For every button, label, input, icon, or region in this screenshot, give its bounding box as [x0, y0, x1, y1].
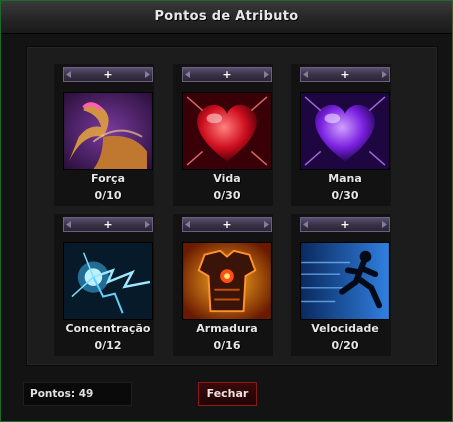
plus-icon: +	[222, 68, 232, 81]
plus-icon: +	[340, 218, 350, 231]
attribute-name: Mana	[328, 172, 362, 185]
add-concentracao-button[interactable]: +	[63, 217, 153, 232]
plus-icon: +	[340, 68, 350, 81]
add-velocidade-button[interactable]: +	[300, 217, 390, 232]
attribute-name: Velocidade	[311, 322, 379, 335]
attribute-card-armadura: + Armadura 0/16	[173, 214, 273, 356]
fiery-armor-icon	[182, 242, 272, 320]
attribute-card-velocidade: + Velocidade 0/20	[291, 214, 391, 356]
attribute-value: 0/16	[213, 339, 241, 352]
attributes-panel: + Força 0/10 + Vida 0/30 + Mana 0/30 + C…	[26, 46, 438, 366]
window-title: Pontos de Atributo	[154, 9, 299, 24]
attribute-value: 0/20	[331, 339, 359, 352]
add-vida-button[interactable]: +	[182, 67, 272, 82]
red-heart-icon	[182, 92, 272, 170]
add-mana-button[interactable]: +	[300, 67, 390, 82]
attribute-name: Força	[91, 172, 125, 185]
attribute-name: Concentração	[65, 322, 151, 335]
attribute-card-vida: + Vida 0/30	[173, 64, 273, 206]
purple-heart-icon	[300, 92, 390, 170]
plus-icon: +	[103, 68, 113, 81]
attribute-value: 0/30	[213, 189, 241, 202]
attribute-value: 0/12	[94, 339, 122, 352]
attribute-value: 0/30	[331, 189, 359, 202]
attribute-card-concentracao: + Concentração 0/12	[54, 214, 154, 356]
attribute-name: Vida	[213, 172, 241, 185]
attribute-name: Armadura	[196, 322, 258, 335]
lightning-hand-icon	[63, 242, 153, 320]
attribute-card-mana: + Mana 0/30	[291, 64, 391, 206]
flexed-arm-icon	[63, 92, 153, 170]
add-forca-button[interactable]: +	[63, 67, 153, 82]
attribute-card-forca: + Força 0/10	[54, 64, 154, 206]
close-button[interactable]: Fechar	[198, 382, 257, 406]
plus-icon: +	[103, 218, 113, 231]
plus-icon: +	[222, 218, 232, 231]
title-bar[interactable]: Pontos de Atributo	[1, 1, 452, 34]
available-points: Pontos: 49	[23, 382, 132, 406]
attribute-points-window: Pontos de Atributo + Força 0/10 + Vida 0…	[0, 0, 453, 422]
running-figure-icon	[300, 242, 390, 320]
add-armadura-button[interactable]: +	[182, 217, 272, 232]
attribute-value: 0/10	[94, 189, 122, 202]
